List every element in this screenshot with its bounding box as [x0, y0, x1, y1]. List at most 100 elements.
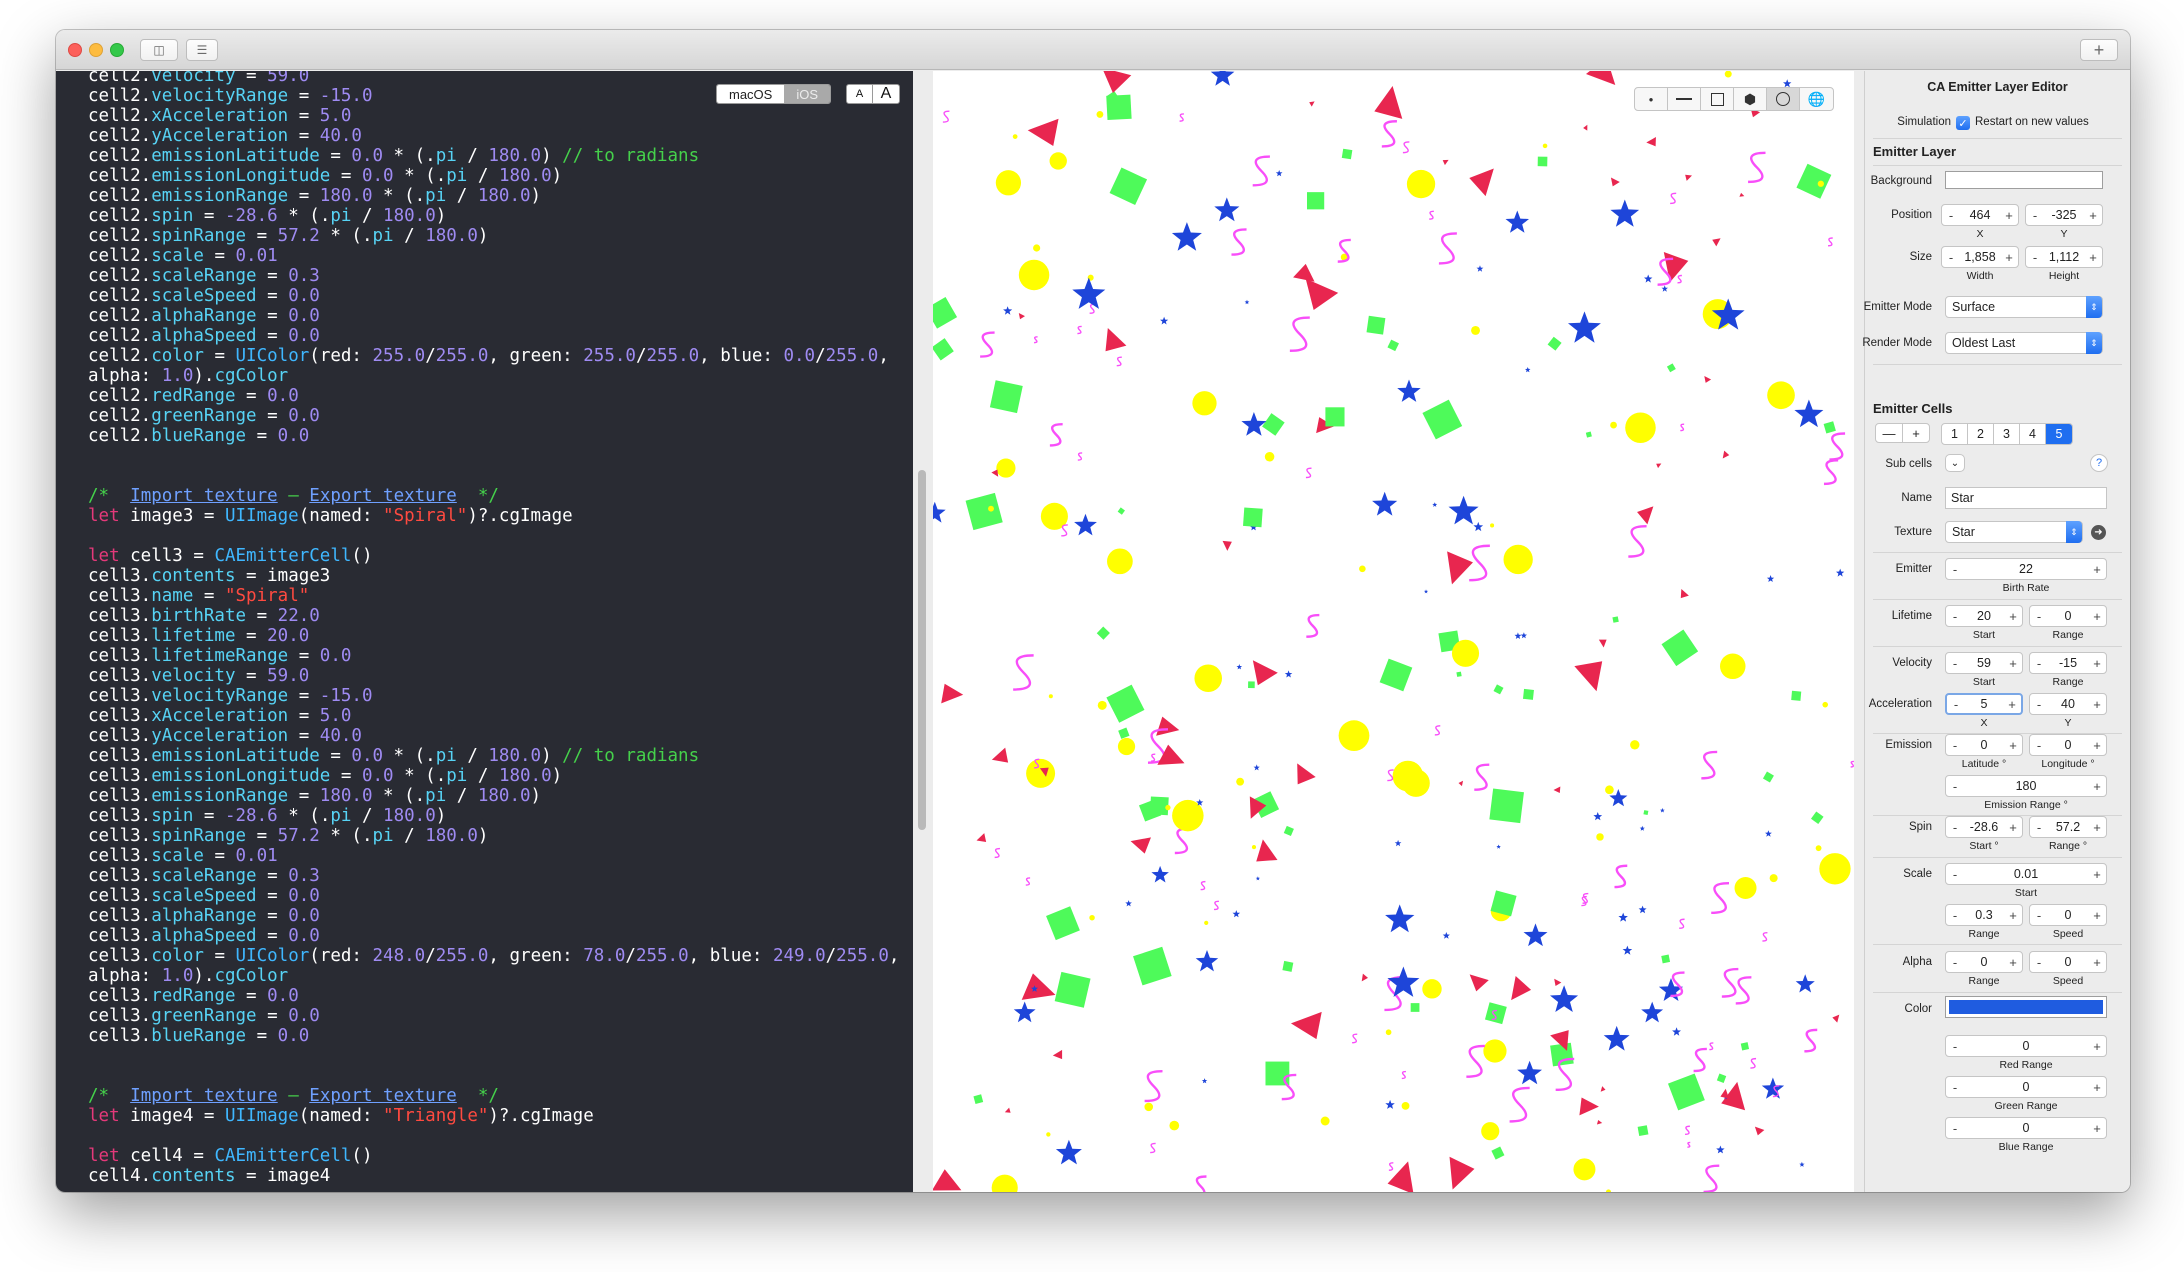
name-field[interactable]: Star: [1945, 487, 2107, 509]
code-line[interactable]: cell2.spinRange = 57.2 * (.pi / 180.0): [88, 226, 899, 246]
code-text[interactable]: cell2.velocity = 59.0 cell2.velocityRange…: [88, 71, 899, 1186]
code-line[interactable]: cell3.velocityRange = -15.0: [88, 686, 899, 706]
cell-tab-5[interactable]: 5: [2046, 424, 2072, 444]
velocity-start-value[interactable]: 59: [1964, 656, 2004, 670]
restart-checkbox[interactable]: ✓: [1956, 116, 1970, 130]
plus-icon[interactable]: +: [2004, 656, 2022, 671]
cell-tab-1[interactable]: 1: [1942, 424, 1968, 444]
increase-font-button[interactable]: A: [873, 85, 899, 103]
code-line[interactable]: cell3.yAcceleration = 40.0: [88, 726, 899, 746]
code-line[interactable]: alpha: 1.0).cgColor: [88, 366, 899, 386]
emission-range-stepper[interactable]: -180 +: [1945, 775, 2107, 797]
plus-icon[interactable]: +: [2088, 738, 2106, 753]
velocity-start-stepper[interactable]: -59 +: [1945, 652, 2023, 674]
spin-start-stepper[interactable]: - -28.6 +: [1945, 816, 2023, 838]
plus-icon[interactable]: +: [2088, 656, 2106, 671]
birth-rate-stepper[interactable]: -22 +: [1945, 558, 2107, 580]
minus-icon[interactable]: -: [2030, 955, 2048, 970]
list-toggle-button[interactable]: ☰: [186, 39, 218, 61]
sidebar-toggle-button[interactable]: ◫: [140, 39, 178, 61]
size-width-value[interactable]: 1,858: [1960, 250, 2000, 264]
code-line[interactable]: cell2.emissionLatitude = 0.0 * (.pi / 18…: [88, 146, 899, 166]
minus-icon[interactable]: -: [2030, 656, 2048, 671]
platform-tab-ios[interactable]: iOS: [784, 85, 831, 103]
lifetime-start-value[interactable]: 20: [1964, 609, 2004, 623]
position-y-value[interactable]: -325: [2044, 208, 2084, 222]
minus-icon[interactable]: -: [1946, 820, 1964, 835]
code-line[interactable]: cell2.emissionLongitude = 0.0 * (.pi / 1…: [88, 166, 899, 186]
plus-icon[interactable]: +: [2084, 208, 2102, 223]
remove-cell-button[interactable]: —: [1875, 423, 1903, 443]
minus-icon[interactable]: -: [1947, 697, 1965, 712]
code-line[interactable]: cell2.emissionRange = 180.0 * (.pi / 180…: [88, 186, 899, 206]
plus-icon[interactable]: +: [2004, 609, 2022, 624]
plus-icon[interactable]: +: [2088, 697, 2106, 712]
close-window-button[interactable]: [68, 43, 82, 57]
minus-icon[interactable]: -: [1942, 208, 1960, 223]
color-well[interactable]: [1945, 996, 2107, 1018]
code-line[interactable]: cell2.xAcceleration = 5.0: [88, 106, 899, 126]
scale-range-value[interactable]: 0.3: [1964, 908, 2004, 922]
code-line[interactable]: cell3.emissionRange = 180.0 * (.pi / 180…: [88, 786, 899, 806]
minus-icon[interactable]: -: [1946, 656, 1964, 671]
code-line[interactable]: cell3.scaleSpeed = 0.0: [88, 886, 899, 906]
code-line[interactable]: cell3.emissionLatitude = 0.0 * (.pi / 18…: [88, 746, 899, 766]
minus-icon[interactable]: -: [1946, 867, 1964, 882]
acceleration-y-value[interactable]: 40: [2048, 697, 2088, 711]
code-line[interactable]: [88, 1046, 899, 1066]
cell-tab-2[interactable]: 2: [1968, 424, 1994, 444]
plus-icon[interactable]: +: [2084, 250, 2102, 265]
emission-longitude-value[interactable]: 0: [2048, 738, 2088, 752]
plus-icon[interactable]: +: [2088, 820, 2106, 835]
sub-cells-dropdown[interactable]: ⌄: [1945, 454, 1965, 472]
code-line[interactable]: cell3.lifetime = 20.0: [88, 626, 899, 646]
point-icon[interactable]: ●: [1635, 88, 1668, 110]
birth-rate-value[interactable]: 22: [1964, 562, 2088, 576]
add-cell-button[interactable]: +: [1902, 423, 1930, 443]
code-line[interactable]: /* Import texture — Export texture */: [88, 486, 899, 506]
code-line[interactable]: [88, 1126, 899, 1146]
lifetime-range-value[interactable]: 0: [2048, 609, 2088, 623]
plus-icon[interactable]: +: [2088, 779, 2106, 794]
emission-latitude-stepper[interactable]: -0 +: [1945, 734, 2023, 756]
minus-icon[interactable]: -: [1946, 562, 1964, 577]
acceleration-y-stepper[interactable]: -40 +: [2029, 693, 2107, 715]
plus-icon[interactable]: +: [2088, 562, 2106, 577]
spin-range-value[interactable]: 57.2: [2048, 820, 2088, 834]
minus-icon[interactable]: -: [1946, 1039, 1964, 1054]
plus-icon[interactable]: +: [2088, 867, 2106, 882]
code-line[interactable]: cell2.alphaSpeed = 0.0: [88, 326, 899, 346]
code-line[interactable]: cell2.alphaRange = 0.0: [88, 306, 899, 326]
code-line[interactable]: [88, 1066, 899, 1086]
minus-icon[interactable]: -: [1946, 738, 1964, 753]
alpha-speed-stepper[interactable]: -0 +: [2029, 951, 2107, 973]
code-line[interactable]: cell2.yAcceleration = 40.0: [88, 126, 899, 146]
code-line[interactable]: cell3.velocity = 59.0: [88, 666, 899, 686]
alpha-range-stepper[interactable]: -0 +: [1945, 951, 2023, 973]
red-range-value[interactable]: 0: [1964, 1039, 2088, 1053]
code-line[interactable]: cell2.redRange = 0.0: [88, 386, 899, 406]
cell-tab-bar[interactable]: 12345: [1941, 423, 2073, 445]
scale-start-value[interactable]: 0.01: [1964, 867, 2088, 881]
emission-latitude-value[interactable]: 0: [1964, 738, 2004, 752]
green-range-value[interactable]: 0: [1964, 1080, 2088, 1094]
spin-range-stepper[interactable]: -57.2 +: [2029, 816, 2107, 838]
minus-icon[interactable]: -: [1942, 250, 1960, 265]
code-line[interactable]: cell3.alphaRange = 0.0: [88, 906, 899, 926]
minus-icon[interactable]: -: [2030, 738, 2048, 753]
plus-icon[interactable]: +: [2088, 1080, 2106, 1095]
size-height-stepper[interactable]: -1,112 +: [2025, 246, 2103, 268]
minus-icon[interactable]: -: [2030, 908, 2048, 923]
code-line[interactable]: cell3.emissionLongitude = 0.0 * (.pi / 1…: [88, 766, 899, 786]
arrow-right-circle-icon[interactable]: ➜: [2091, 525, 2106, 540]
velocity-range-stepper[interactable]: - -15 +: [2029, 652, 2107, 674]
texture-popup[interactable]: Star ⇕: [1945, 521, 2083, 543]
alpha-speed-value[interactable]: 0: [2048, 955, 2088, 969]
minus-icon[interactable]: -: [1946, 908, 1964, 923]
position-x-stepper[interactable]: -464 +: [1941, 204, 2019, 226]
code-line[interactable]: cell3.contents = image3: [88, 566, 899, 586]
platform-tab-macos[interactable]: macOS: [717, 85, 785, 103]
red-range-stepper[interactable]: -0 +: [1945, 1035, 2107, 1057]
scale-speed-stepper[interactable]: -0 +: [2029, 904, 2107, 926]
code-line[interactable]: alpha: 1.0).cgColor: [88, 966, 899, 986]
